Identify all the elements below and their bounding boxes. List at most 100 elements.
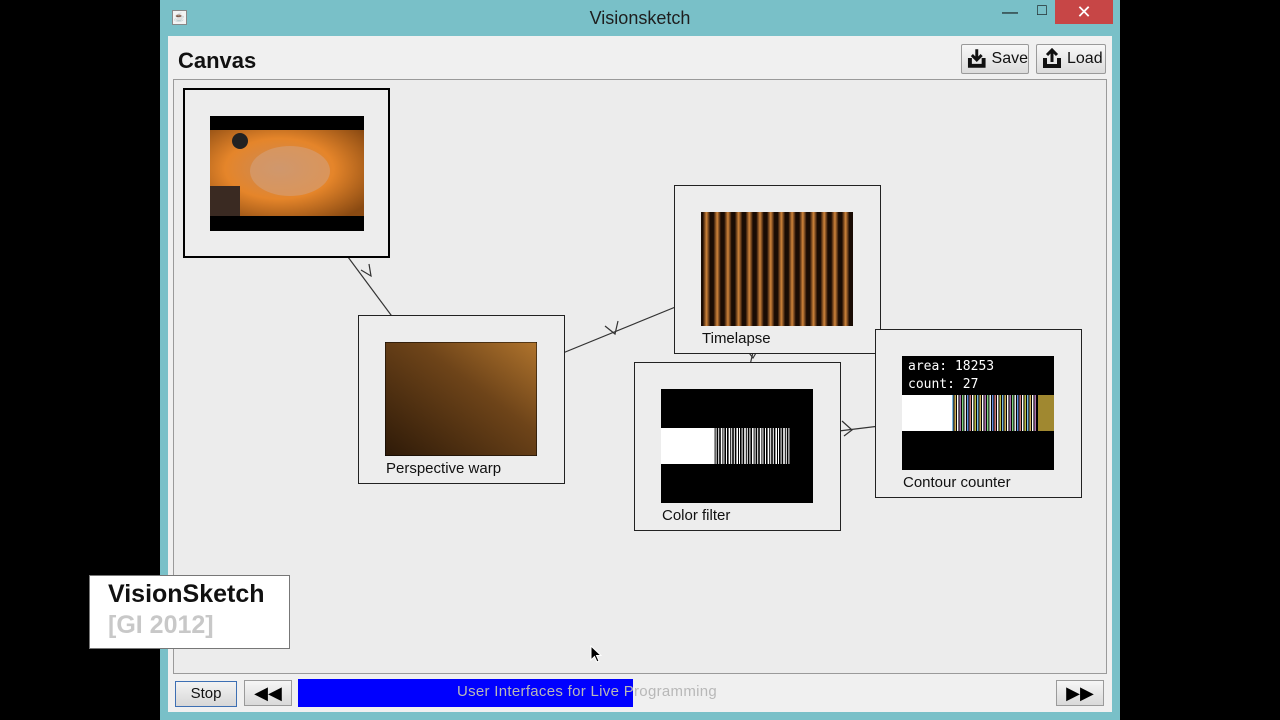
filter-line	[767, 428, 770, 464]
contour-line	[1002, 395, 1004, 431]
node-timelapse[interactable]: Timelapse	[674, 185, 881, 354]
filter-line	[736, 428, 738, 464]
contour-line	[1009, 395, 1011, 431]
caption-box: VisionSketch [GI 2012]	[89, 575, 290, 649]
filter-line	[746, 428, 748, 464]
node-camera[interactable]	[183, 88, 390, 258]
load-label: Load	[1067, 50, 1103, 67]
filter-line	[731, 428, 733, 464]
minimize-button[interactable]: —	[996, 4, 1024, 30]
timelapse-stripe	[788, 212, 796, 326]
timelapse-stripe	[713, 212, 721, 326]
client-area: Canvas Save Load Perspective warp Timela…	[168, 36, 1112, 712]
contour-line	[974, 395, 976, 431]
filter-line	[720, 428, 723, 464]
filter-line	[723, 428, 725, 464]
app-window: ☕ Visionsketch — □ ✕ Canvas Save Load Pe…	[160, 0, 1120, 720]
timelapse-stripe	[831, 212, 839, 326]
contour-line	[969, 395, 971, 431]
maximize-button[interactable]: □	[1028, 2, 1056, 28]
filter-line	[739, 428, 740, 464]
load-icon	[1043, 48, 1061, 68]
timelapse-stripe	[820, 212, 828, 326]
contour-line	[1017, 395, 1019, 431]
filter-line	[749, 428, 751, 464]
filter-line	[775, 428, 777, 464]
contour-line	[1007, 395, 1009, 431]
contour-line	[959, 395, 961, 431]
perspective-preview	[385, 342, 537, 456]
fast-forward-button[interactable]: ▶▶	[1056, 680, 1104, 706]
filter-line	[783, 428, 785, 464]
node-perspective-warp[interactable]: Perspective warp	[358, 315, 565, 484]
timelapse-stripe	[842, 212, 850, 326]
contour-line	[972, 395, 974, 431]
filter-line	[770, 428, 772, 464]
color-filter-label: Color filter	[662, 507, 731, 524]
rewind-icon: ◀◀	[254, 683, 282, 703]
contour-line	[997, 395, 999, 431]
perspective-label: Perspective warp	[386, 460, 502, 477]
timelapse-stripe	[724, 212, 732, 326]
contour-line	[1022, 395, 1024, 431]
filter-line	[733, 428, 735, 464]
fast-forward-icon: ▶▶	[1066, 683, 1094, 703]
contour-line	[1012, 395, 1014, 431]
contour-line	[999, 395, 1001, 431]
timelapse-stripe	[777, 212, 785, 326]
caption-subtitle: [GI 2012]	[108, 611, 214, 639]
stop-button[interactable]: Stop	[175, 681, 237, 707]
filter-line	[759, 428, 762, 464]
contour-line	[962, 395, 964, 431]
filter-line	[788, 428, 790, 464]
playback-bar: Stop ◀◀ User Interfaces for Live Program…	[168, 676, 1112, 712]
contour-line	[984, 395, 986, 431]
timeline-progress[interactable]: User Interfaces for Live Programming	[298, 679, 876, 707]
video-overlay-text: User Interfaces for Live Programming	[456, 683, 718, 700]
contour-line	[987, 395, 989, 431]
rewind-button[interactable]: ◀◀	[244, 680, 292, 706]
node-color-filter[interactable]: Color filter	[634, 362, 841, 531]
filter-line	[715, 428, 717, 464]
load-button[interactable]: Load	[1036, 44, 1106, 74]
filter-line	[772, 428, 774, 464]
contour-label: Contour counter	[903, 474, 1011, 491]
contour-line	[994, 395, 996, 431]
filter-line	[713, 428, 715, 464]
title-bar[interactable]: ☕ Visionsketch — □ ✕	[160, 0, 1120, 36]
filter-line	[762, 428, 764, 464]
filter-line	[752, 428, 754, 464]
node-contour-counter[interactable]: area: 18253 count: 27 Contour counter	[875, 329, 1082, 498]
close-button[interactable]: ✕	[1055, 0, 1113, 24]
canvas-title: Canvas	[178, 48, 257, 73]
camera-preview	[210, 116, 364, 231]
filter-line	[765, 428, 766, 464]
contour-line	[979, 395, 981, 431]
filter-line	[741, 428, 743, 464]
save-button[interactable]: Save	[961, 44, 1029, 74]
filter-line	[757, 428, 759, 464]
contour-line	[1027, 395, 1029, 431]
caption-title: VisionSketch	[108, 580, 265, 608]
contour-line	[952, 395, 954, 431]
canvas-area[interactable]: Perspective warp Timelapse Color filter …	[173, 79, 1107, 674]
window-title: Visionsketch	[589, 8, 691, 28]
timelapse-stripe	[745, 212, 753, 326]
save-icon	[967, 49, 986, 68]
contour-count-text: count: 27	[908, 377, 979, 392]
timelapse-stripe	[810, 212, 817, 326]
contour-line	[957, 395, 959, 431]
contour-line	[967, 395, 969, 431]
timelapse-preview	[701, 212, 853, 326]
wire-arrow-4	[841, 420, 853, 437]
contour-line	[1004, 395, 1006, 431]
timelapse-stripe	[703, 212, 710, 326]
filter-line	[785, 428, 787, 464]
mouse-cursor-icon	[590, 645, 603, 663]
wire-arrow-1	[360, 263, 372, 278]
contour-line	[1029, 395, 1031, 431]
filter-line	[744, 428, 746, 464]
contour-line	[1024, 395, 1026, 431]
filter-line	[728, 428, 731, 464]
contour-line	[1032, 395, 1034, 431]
